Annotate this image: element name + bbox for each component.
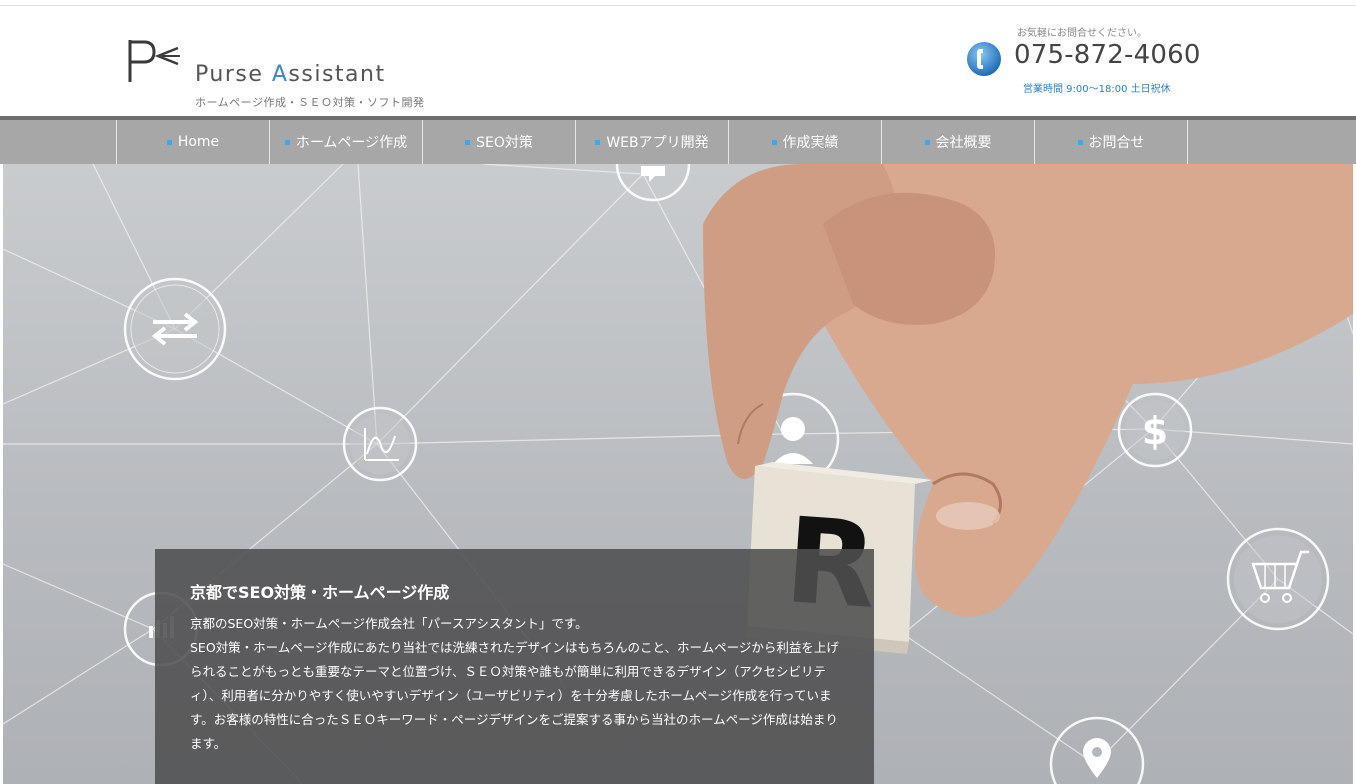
location-pin-icon xyxy=(1049,716,1145,784)
nav-item-company[interactable]: 会社概要 xyxy=(882,120,1035,164)
nav-bullet-icon xyxy=(924,139,930,145)
logo-name: Purse Assistant xyxy=(195,62,386,87)
shopping-cart-icon xyxy=(1226,527,1330,631)
logo-mark-icon xyxy=(128,40,180,82)
business-hours: 営業時間 9:00〜18:00 土日祝休 xyxy=(1023,84,1171,95)
nav-item-web-app[interactable]: WEBアプリ開発 xyxy=(576,120,729,164)
svg-text:$: $ xyxy=(1142,409,1168,453)
intro-lead: 京都のSEO対策・ホームページ作成会社「パースアシスタント」です。 xyxy=(190,616,588,631)
dollar-icon: $ xyxy=(1117,392,1193,468)
site-logo[interactable]: Purse Assistant ホームページ作成・ＳＥＯ対策・ソフト開発 xyxy=(126,36,446,109)
contact-note: お気軽にお問合せください。 xyxy=(1017,28,1147,39)
chat-bubble-icon xyxy=(615,164,691,202)
nav-bullet-icon xyxy=(1077,139,1083,145)
intro-title: 京都でSEO対策・ホームページ作成 xyxy=(190,583,450,602)
nav-bullet-icon xyxy=(771,139,777,145)
nav-bullet-icon xyxy=(595,139,601,145)
phone-icon xyxy=(967,42,1001,76)
contact-block: お気軽にお問合せください。 075-872-4060 営業時間 9:00〜18:… xyxy=(965,22,1200,97)
transfer-arrows-icon xyxy=(123,277,227,381)
phone-number[interactable]: 075-872-4060 xyxy=(1014,40,1201,70)
intro-panel: 京都でSEO対策・ホームページ作成 京都のSEO対策・ホームページ作成会社「パー… xyxy=(155,549,874,784)
nav-bullet-icon xyxy=(284,139,290,145)
intro-paragraph: SEO対策・ホームページ作成にあたり当社では洗練されたデザインはもちろんのこと、… xyxy=(190,640,839,751)
nav-item-home[interactable]: Home xyxy=(117,120,270,164)
chart-line-icon xyxy=(342,406,418,482)
logo-tagline: ホームページ作成・ＳＥＯ対策・ソフト開発 xyxy=(195,96,425,109)
nav-bullet-icon xyxy=(465,139,471,145)
nav-item-homepage[interactable]: ホームページ作成 xyxy=(270,120,423,164)
nav-item-works[interactable]: 作成実績 xyxy=(729,120,882,164)
nav-list: Home ホームページ作成 SEO対策 WEBアプリ開発 作成実績 会社概要 お… xyxy=(116,120,1188,164)
main-nav: Home ホームページ作成 SEO対策 WEBアプリ開発 作成実績 会社概要 お… xyxy=(0,120,1356,164)
nav-item-seo[interactable]: SEO対策 xyxy=(423,120,576,164)
nav-bullet-icon xyxy=(166,139,172,145)
site-header: Purse Assistant ホームページ作成・ＳＥＯ対策・ソフト開発 お気軽… xyxy=(0,6,1356,116)
intro-body: 京都のSEO対策・ホームページ作成会社「パースアシスタント」です。 SEO対策・… xyxy=(190,612,845,756)
nav-item-contact[interactable]: お問合せ xyxy=(1035,120,1188,164)
